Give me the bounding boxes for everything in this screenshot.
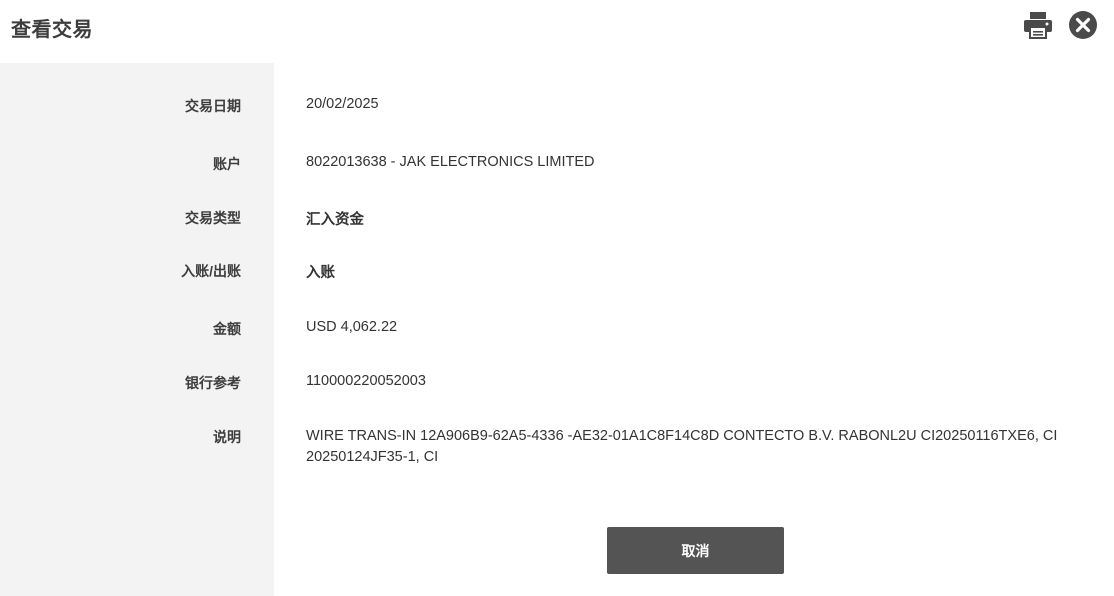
print-icon [1024,12,1052,39]
label-transaction-date: 交易日期 [185,98,241,114]
dialog-header: 查看交易 [0,0,1114,63]
value-description: WIRE TRANS-IN 12A906B9-62A5-4336 -AE32-0… [306,428,1058,465]
label-bank-reference: 银行参考 [185,375,241,391]
value-bank-reference: 110000220052003 [306,373,426,389]
dialog-title: 查看交易 [11,19,93,41]
value-credit-debit: 入账 [306,265,335,281]
print-button[interactable] [1023,11,1053,39]
close-icon [1069,11,1097,39]
label-transaction-type: 交易类型 [185,210,241,226]
value-amount: USD 4,062.22 [306,319,398,335]
cancel-button[interactable]: 取消 [607,527,784,574]
value-transaction-date: 20/02/2025 [306,96,379,112]
value-account: 8022013638 - JAK ELECTRONICS LIMITED [306,154,595,170]
value-transaction-type: 汇入资金 [306,212,364,228]
close-button[interactable] [1068,10,1098,40]
label-credit-debit: 入账/出账 [181,263,241,279]
label-amount: 金额 [213,321,241,337]
label-account: 账户 [213,156,241,172]
label-description: 说明 [213,429,241,445]
